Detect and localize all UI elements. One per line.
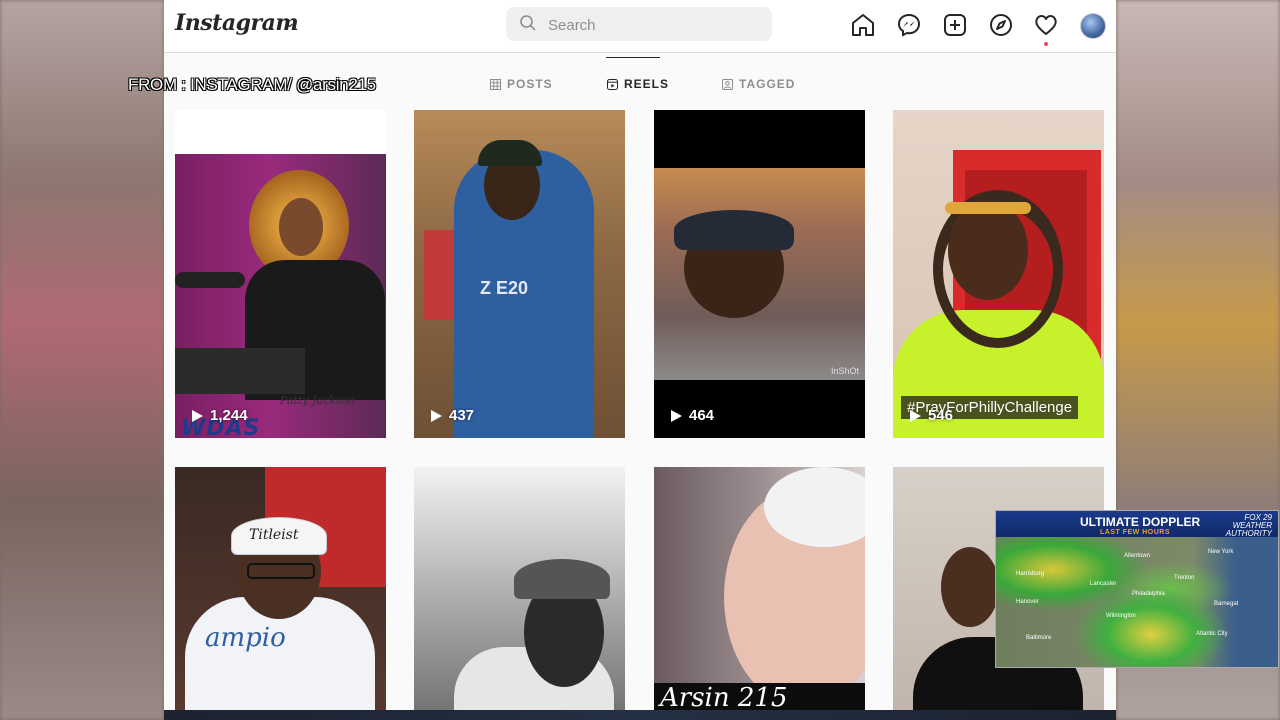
- reel-thumbnail-5[interactable]: Titleist ampio: [175, 467, 386, 720]
- inshot-watermark: InShOt: [830, 366, 859, 376]
- search-icon: [520, 15, 536, 31]
- chevron-down-icon[interactable]: ⌄: [284, 14, 296, 31]
- reel-thumbnail-2[interactable]: Z E20 437: [414, 110, 625, 438]
- map-city-label: New York: [1208, 549, 1234, 555]
- map-city-label: Wilmington: [1106, 613, 1136, 619]
- map-city-label: Allentown: [1124, 553, 1151, 559]
- reel-image-detail: [514, 559, 610, 599]
- active-tab-indicator: [606, 57, 660, 58]
- reel-image-detail: [279, 198, 323, 256]
- background-left-blur: [0, 0, 164, 720]
- reel-overlay-text: Patty Jackson: [280, 394, 356, 407]
- map-city-label: Atlantic City: [1196, 631, 1228, 637]
- new-post-icon[interactable]: [942, 12, 968, 38]
- notification-dot: [1044, 42, 1048, 46]
- reel-view-count: 1,244: [191, 407, 248, 424]
- instagram-window: Instagram ⌄ Search POSTS REELS TAGGED Pa…: [164, 0, 1116, 720]
- reel-image-detail: [175, 272, 245, 288]
- reel-cap-text: Titleist: [249, 527, 299, 543]
- home-icon[interactable]: [850, 12, 876, 38]
- tagged-icon: [722, 78, 733, 90]
- doppler-title: ULTIMATE DOPPLER: [1080, 515, 1201, 529]
- top-navigation-bar: Instagram ⌄: [164, 0, 1116, 53]
- reel-image-detail: [674, 210, 794, 250]
- tab-reels[interactable]: REELS: [607, 77, 669, 91]
- source-credit-caption: FROM : INSTAGRAM/ @arsin215: [128, 75, 376, 94]
- reel-image-detail: [945, 202, 1031, 214]
- map-city-label: Hanover: [1016, 599, 1039, 605]
- reels-icon: [607, 78, 618, 90]
- search-box[interactable]: [506, 7, 772, 41]
- grid-icon: [490, 78, 501, 90]
- instagram-logo[interactable]: Instagram: [175, 10, 299, 36]
- windows-taskbar: [164, 710, 1116, 720]
- view-count-label: 546: [928, 407, 954, 424]
- map-city-label: Harrisburg: [1016, 571, 1045, 577]
- reel-image-detail: [478, 140, 542, 166]
- fox29-weather-logo: FOX 29 WEATHER AUTHORITY: [1226, 514, 1272, 538]
- map-city-label: Barnegat: [1214, 601, 1239, 607]
- tab-tagged[interactable]: TAGGED: [722, 77, 795, 91]
- search-input[interactable]: [546, 14, 760, 36]
- reel-image-detail: [175, 348, 305, 394]
- reel-view-count: 437: [430, 407, 474, 424]
- tab-label: POSTS: [507, 77, 553, 91]
- reel-view-count: 464: [670, 407, 714, 424]
- profile-avatar[interactable]: [1080, 13, 1106, 39]
- map-city-label: Lancaster: [1090, 581, 1117, 587]
- map-city-label: Trenton: [1174, 575, 1195, 581]
- reel-image-detail: [247, 563, 315, 579]
- reel-thumbnail-1[interactable]: Patty Jackson WDAS 1,244: [175, 110, 386, 438]
- map-city-label: Philadelphia: [1132, 591, 1165, 597]
- reel-thumbnail-3[interactable]: InShOt 464: [654, 110, 865, 438]
- reel-thumbnail-7[interactable]: Arsin 215: [654, 467, 865, 720]
- reel-thumbnail-4[interactable]: #PrayForPhillyChallenge 546: [893, 110, 1104, 438]
- tab-posts[interactable]: POSTS: [490, 77, 553, 91]
- reel-image-detail: [948, 200, 1028, 300]
- ultimate-doppler-inset: ULTIMATE DOPPLER LAST FEW HOURS FOX 29 W…: [995, 510, 1279, 668]
- activity-heart-icon[interactable]: [1033, 12, 1059, 38]
- doppler-subtitle: LAST FEW HOURS: [1100, 529, 1170, 536]
- reel-shirt-text: ampio: [205, 623, 286, 653]
- explore-icon[interactable]: [988, 12, 1014, 38]
- play-icon: [910, 409, 921, 422]
- tab-label: REELS: [624, 77, 670, 91]
- view-count-label: 464: [689, 407, 715, 424]
- tab-label: TAGGED: [739, 77, 796, 91]
- view-count-label: 437: [449, 407, 475, 424]
- play-icon: [431, 409, 442, 422]
- messenger-icon[interactable]: [896, 12, 922, 38]
- play-icon: [192, 409, 203, 422]
- doppler-header: ULTIMATE DOPPLER LAST FEW HOURS FOX 29 W…: [996, 511, 1278, 538]
- reel-thumbnail-6[interactable]: [414, 467, 625, 720]
- reel-image-detail: [941, 547, 999, 627]
- map-city-label: Baltimore: [1026, 635, 1052, 641]
- reel-view-count: 546: [909, 407, 953, 424]
- reel-shirt-text: Z E20: [480, 278, 529, 298]
- play-icon: [671, 409, 682, 422]
- view-count-label: 1,244: [210, 407, 248, 424]
- brand-line: AUTHORITY: [1225, 529, 1272, 538]
